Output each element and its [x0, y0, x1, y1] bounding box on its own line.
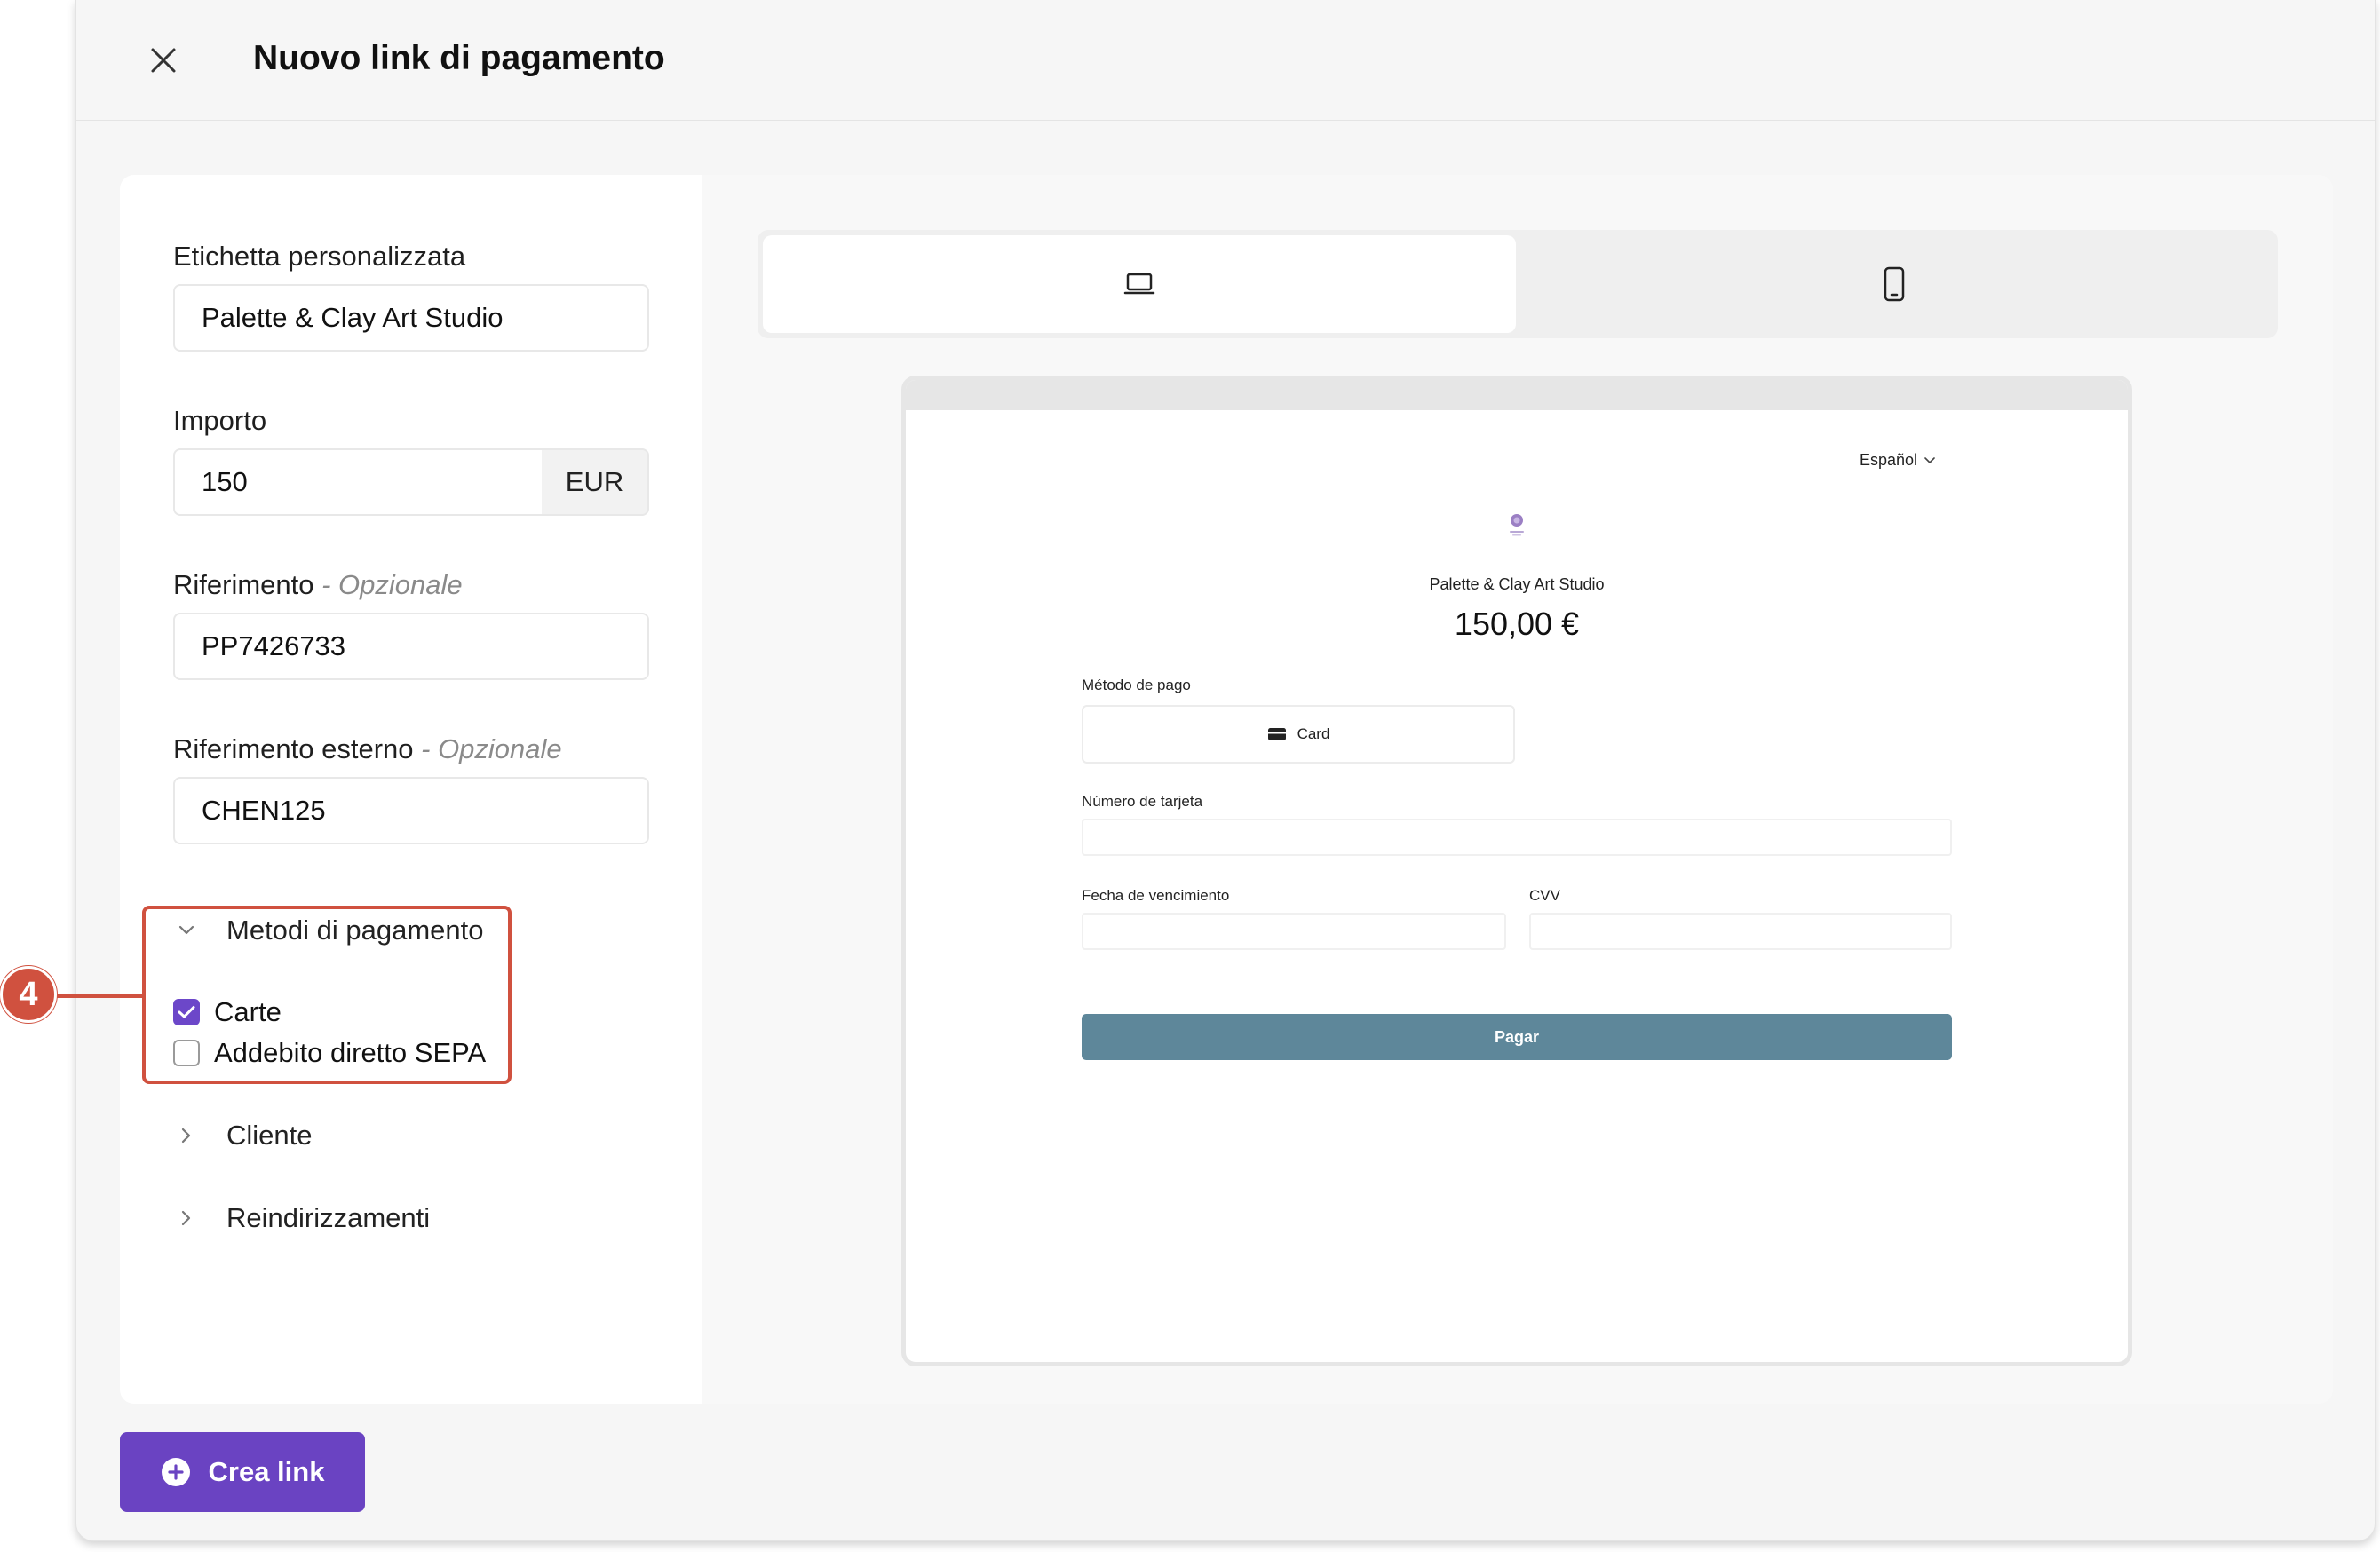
language-selector[interactable]: Español: [1860, 451, 1935, 470]
custom-label-label: Etichetta personalizzata: [173, 241, 466, 272]
form-column: Etichetta personalizzata Palette & Clay …: [120, 175, 702, 1404]
preview-column: Español Palette & Clay Art Studio 150,00…: [702, 175, 2333, 1404]
dialog-header: Nuovo link di pagamento: [76, 0, 2375, 121]
payment-method-label: Método de pago: [1082, 677, 1191, 693]
content-panel: Etichetta personalizzata Palette & Clay …: [120, 175, 2333, 1404]
page-title: Nuovo link di pagamento: [253, 39, 665, 77]
customer-section-toggle[interactable]: Cliente: [173, 1109, 313, 1162]
cvv-label: CVV: [1529, 887, 1560, 904]
card-method-label: Card: [1297, 725, 1330, 742]
language-label: Español: [1860, 451, 1918, 469]
close-button[interactable]: [139, 36, 188, 85]
redirects-section-toggle[interactable]: Reindirizzamenti: [173, 1192, 430, 1245]
pay-button[interactable]: Pagar: [1082, 1014, 1952, 1060]
reference-label: Riferimento - Opzionale: [173, 567, 463, 603]
checkout-amount: 150,00 €: [1454, 606, 1580, 642]
close-icon: [151, 48, 176, 73]
chevron-down-icon: [1924, 456, 1935, 463]
laptop-icon: [1123, 273, 1155, 295]
external-reference-input[interactable]: CHEN125: [173, 777, 649, 844]
payment-methods-highlight: [142, 906, 512, 1084]
amount-input[interactable]: 150: [173, 448, 543, 516]
mobile-preview-tab[interactable]: [1518, 235, 2271, 333]
browser-bar: [906, 380, 2128, 410]
device-switcher: [758, 230, 2278, 338]
reference-label-text: Riferimento: [173, 569, 314, 600]
external-reference-optional-text: - Opzionale: [413, 733, 562, 764]
merchant-name: Palette & Clay Art Studio: [1429, 575, 1605, 593]
cvv-input[interactable]: [1529, 913, 1952, 950]
chevron-right-icon: [173, 1210, 200, 1226]
merchant-logo: [1510, 514, 1524, 536]
external-reference-label-text: Riferimento esterno: [173, 733, 414, 764]
desktop-preview-tab[interactable]: [763, 235, 1516, 333]
checkout-preview: Español Palette & Clay Art Studio 150,00…: [901, 376, 2132, 1366]
expiry-input[interactable]: [1082, 913, 1506, 950]
card-number-input[interactable]: [1082, 819, 1952, 856]
plus-circle-icon: [161, 1458, 190, 1486]
currency-select[interactable]: EUR: [542, 448, 649, 516]
callout-connector: [53, 994, 142, 998]
callout-badge: 4: [0, 966, 57, 1023]
credit-card-icon: [1267, 728, 1286, 740]
create-link-button[interactable]: Crea link: [120, 1432, 365, 1512]
create-link-label: Crea link: [208, 1456, 325, 1487]
chevron-right-icon: [173, 1128, 200, 1144]
custom-label-input[interactable]: Palette & Clay Art Studio: [173, 284, 649, 352]
external-reference-label: Riferimento esterno - Opzionale: [173, 732, 562, 767]
smartphone-icon: [1884, 266, 1905, 302]
card-method-button[interactable]: Card: [1082, 705, 1515, 764]
customer-section-title: Cliente: [226, 1120, 313, 1151]
amount-label: Importo: [173, 405, 267, 436]
card-number-label: Número de tarjeta: [1082, 793, 1203, 810]
redirects-section-title: Reindirizzamenti: [226, 1202, 431, 1233]
reference-input[interactable]: PP7426733: [173, 613, 649, 680]
reference-optional-text: - Opzionale: [313, 569, 463, 600]
payment-link-dialog: Nuovo link di pagamento Etichetta person…: [75, 0, 2376, 1541]
expiry-label: Fecha de vencimiento: [1082, 887, 1230, 904]
